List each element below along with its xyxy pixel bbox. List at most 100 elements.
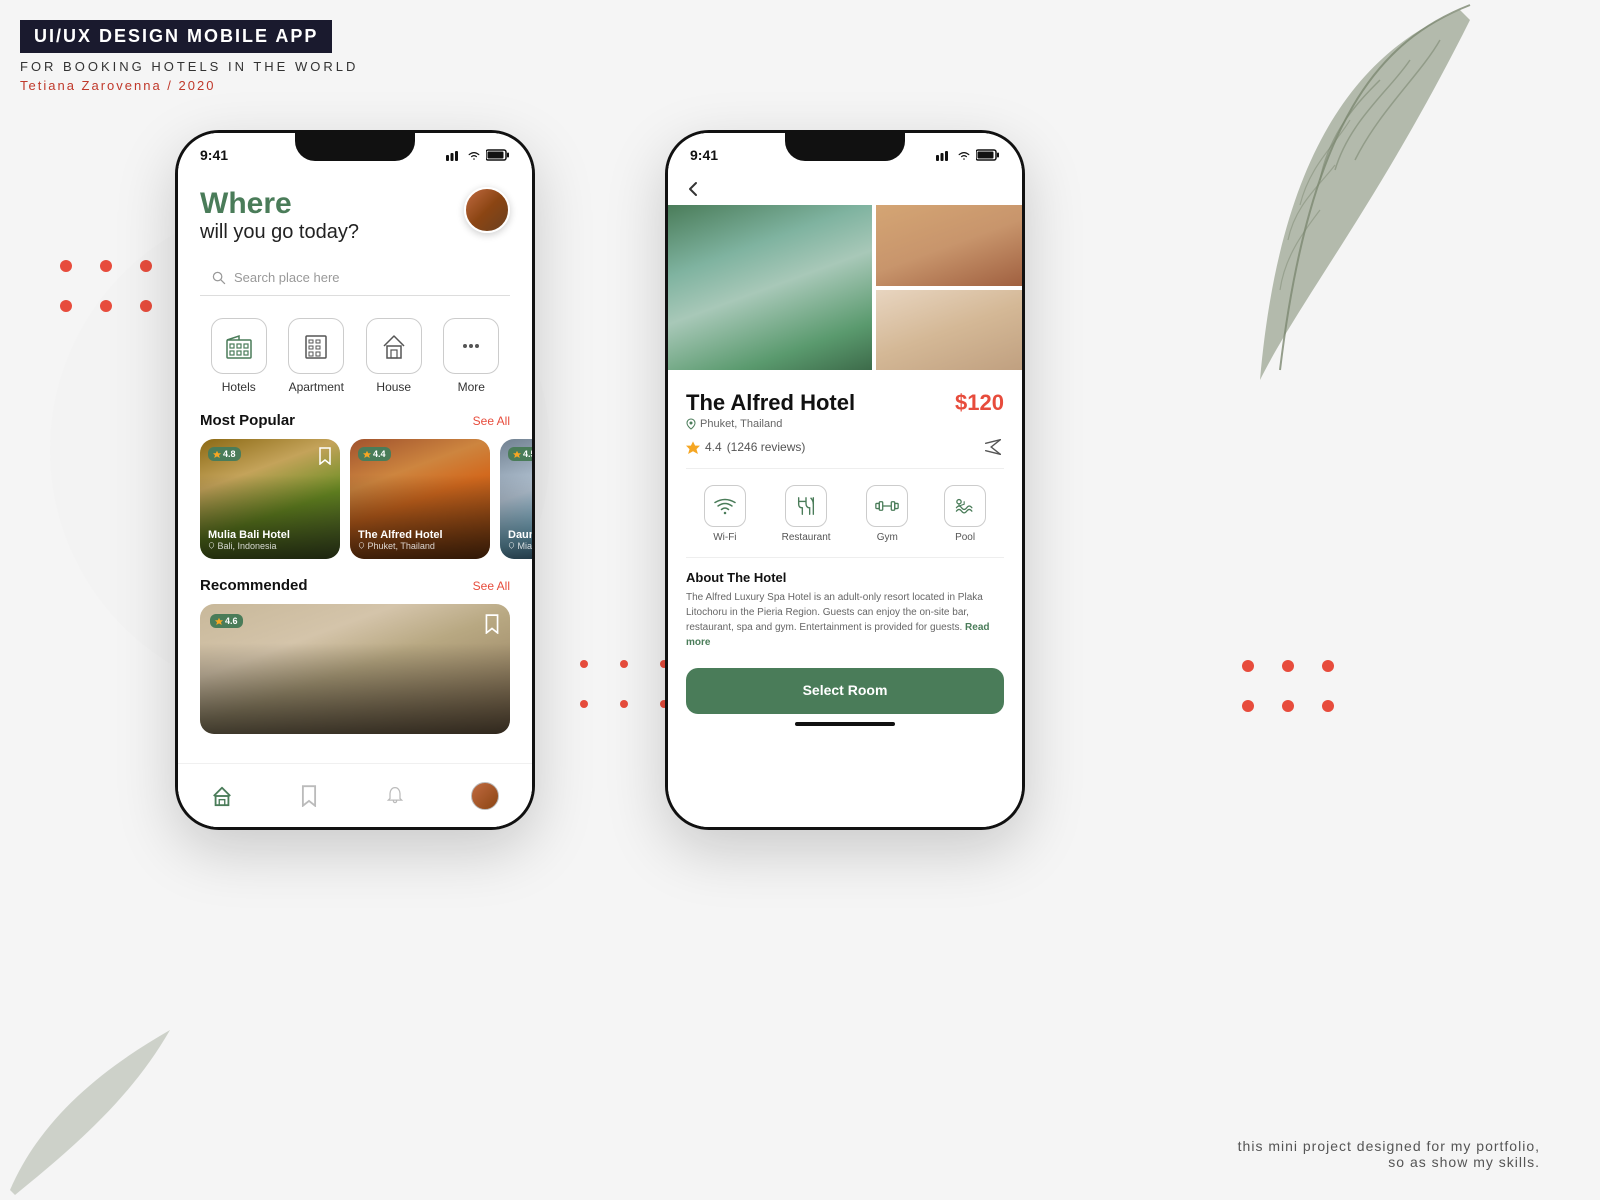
more-icon-box: [443, 318, 499, 374]
hotels-icon-box: [211, 318, 267, 374]
divider-1: [686, 468, 1004, 469]
gym-amenity-icon: [866, 485, 908, 527]
card-gradient: [200, 643, 510, 734]
location-pin-icon: [686, 418, 696, 430]
dot: [60, 260, 72, 272]
star-rating-icon: [686, 440, 700, 454]
recommended-header: Recommended See All: [178, 573, 532, 604]
dot: [1322, 700, 1334, 712]
daun-rating: 4.5: [523, 449, 532, 459]
see-all-popular[interactable]: See All: [473, 414, 510, 428]
leaf-decoration-top: [1180, 0, 1480, 400]
hotel-card-alfred[interactable]: 4.4 The Alfred Hotel Phuket, Thailand: [350, 439, 490, 559]
search-placeholder: Search place here: [234, 270, 340, 285]
rec-rating-badge: 4.6: [210, 614, 243, 628]
star-icon: [513, 450, 521, 458]
star-icon: [363, 450, 371, 458]
status-time: 9:41: [200, 147, 228, 163]
select-room-button[interactable]: Select Room: [686, 668, 1004, 714]
hotel-card-name: Daun Lek: [508, 529, 532, 541]
hotel-price: $120: [955, 390, 1004, 416]
pool-icon: [953, 496, 977, 516]
dot: [580, 700, 588, 708]
wifi-label: Wi-Fi: [713, 532, 736, 543]
hotel-rating-badge: 4.4: [358, 447, 391, 461]
phone-notch: [295, 133, 415, 161]
greeting-where: Where: [200, 187, 359, 221]
star-icon: [215, 617, 223, 625]
house-icon-box: [366, 318, 422, 374]
gym-label: Gym: [877, 532, 898, 543]
dot: [1242, 700, 1254, 712]
share-button[interactable]: [982, 436, 1004, 458]
header-title-bar: UI/UX DESIGN MOBILE APP: [20, 20, 332, 53]
divider-2: [686, 557, 1004, 558]
profile-avatar: [471, 782, 499, 810]
status-icons: [446, 149, 510, 161]
search-bar[interactable]: Search place here: [200, 260, 510, 296]
category-hotels[interactable]: Hotels: [211, 318, 267, 394]
search-icon: [212, 271, 226, 285]
dot: [1322, 660, 1334, 672]
bookmark-icon: [484, 614, 500, 634]
hotel-side-images: [876, 205, 1022, 370]
apartment-icon-box: [288, 318, 344, 374]
dots-decoration-left: [60, 260, 158, 318]
pool-label: Pool: [955, 532, 975, 543]
phone-2: 9:41: [665, 130, 1025, 830]
hotel-card-daun[interactable]: 4.5 Daun Lek Miami Be: [500, 439, 532, 559]
nav-home[interactable]: [211, 785, 233, 807]
recommended-title: Recommended: [200, 577, 308, 594]
dot: [140, 300, 152, 312]
back-button[interactable]: [668, 169, 1022, 205]
see-all-recommended[interactable]: See All: [473, 579, 510, 593]
restaurant-label: Restaurant: [782, 532, 831, 543]
hotel-side-image-bottom: [876, 290, 1022, 371]
dot: [1282, 660, 1294, 672]
category-house[interactable]: House: [366, 318, 422, 394]
hotel-card-bali[interactable]: 4.8 Mulia Bali Hotel Bali, Indonesia: [200, 439, 340, 559]
category-hotels-label: Hotels: [222, 380, 256, 394]
bookmark-icon-bali[interactable]: [318, 447, 332, 465]
alfred-rating: 4.4: [373, 449, 386, 459]
footer-line-2: so as show my skills.: [1238, 1154, 1540, 1170]
about-hotel-section: About The Hotel The Alfred Luxury Spa Ho…: [668, 566, 1022, 654]
hotel-rating-badge: 4.5: [508, 447, 532, 461]
about-title: About The Hotel: [686, 570, 1004, 585]
more-icon: [457, 332, 485, 360]
category-apartment[interactable]: Apartment: [288, 318, 344, 394]
user-avatar[interactable]: [464, 187, 510, 233]
status-time-p2: 9:41: [690, 147, 718, 163]
dot: [100, 260, 112, 272]
category-more-label: More: [458, 380, 485, 394]
dot: [60, 300, 72, 312]
hotel-images: [668, 205, 1022, 380]
app-title: UI/UX DESIGN MOBILE APP: [34, 26, 318, 46]
dot: [1282, 700, 1294, 712]
app-subtitle: FOR BOOKING HOTELS IN THE WORLD: [20, 59, 358, 74]
hotel-card-location: Miami Be: [508, 541, 532, 551]
phone-1-screen: 9:41: [178, 133, 532, 827]
nav-notification[interactable]: [385, 785, 405, 807]
rec-bookmark[interactable]: [484, 614, 500, 634]
hotel-card-name: Mulia Bali Hotel: [208, 529, 332, 541]
signal-icon-p2: [936, 149, 952, 161]
wifi-amenity-icon: [704, 485, 746, 527]
rec-rating: 4.6: [225, 616, 238, 626]
footer-line-1: this mini project designed for my portfo…: [1238, 1138, 1540, 1154]
dots-decoration-right: [1242, 660, 1340, 718]
nav-profile[interactable]: [471, 782, 499, 810]
hotel-card-location: Phuket, Thailand: [358, 541, 482, 551]
nav-bookmark[interactable]: [299, 785, 319, 807]
app-author: Tetiana Zarovenna / 2020: [20, 78, 358, 93]
phone1-header: Where will you go today?: [178, 169, 532, 252]
recommended-hotel-card[interactable]: 4.6: [200, 604, 510, 734]
categories: Hotels Apartment: [178, 310, 532, 408]
category-more[interactable]: More: [443, 318, 499, 394]
rating-value: 4.4: [705, 440, 722, 454]
back-chevron-icon: [686, 179, 702, 199]
about-text: The Alfred Luxury Spa Hotel is an adult-…: [686, 590, 1004, 650]
dots-decoration-mid: [580, 660, 678, 718]
category-house-label: House: [376, 380, 411, 394]
notification-nav-icon: [385, 785, 405, 807]
